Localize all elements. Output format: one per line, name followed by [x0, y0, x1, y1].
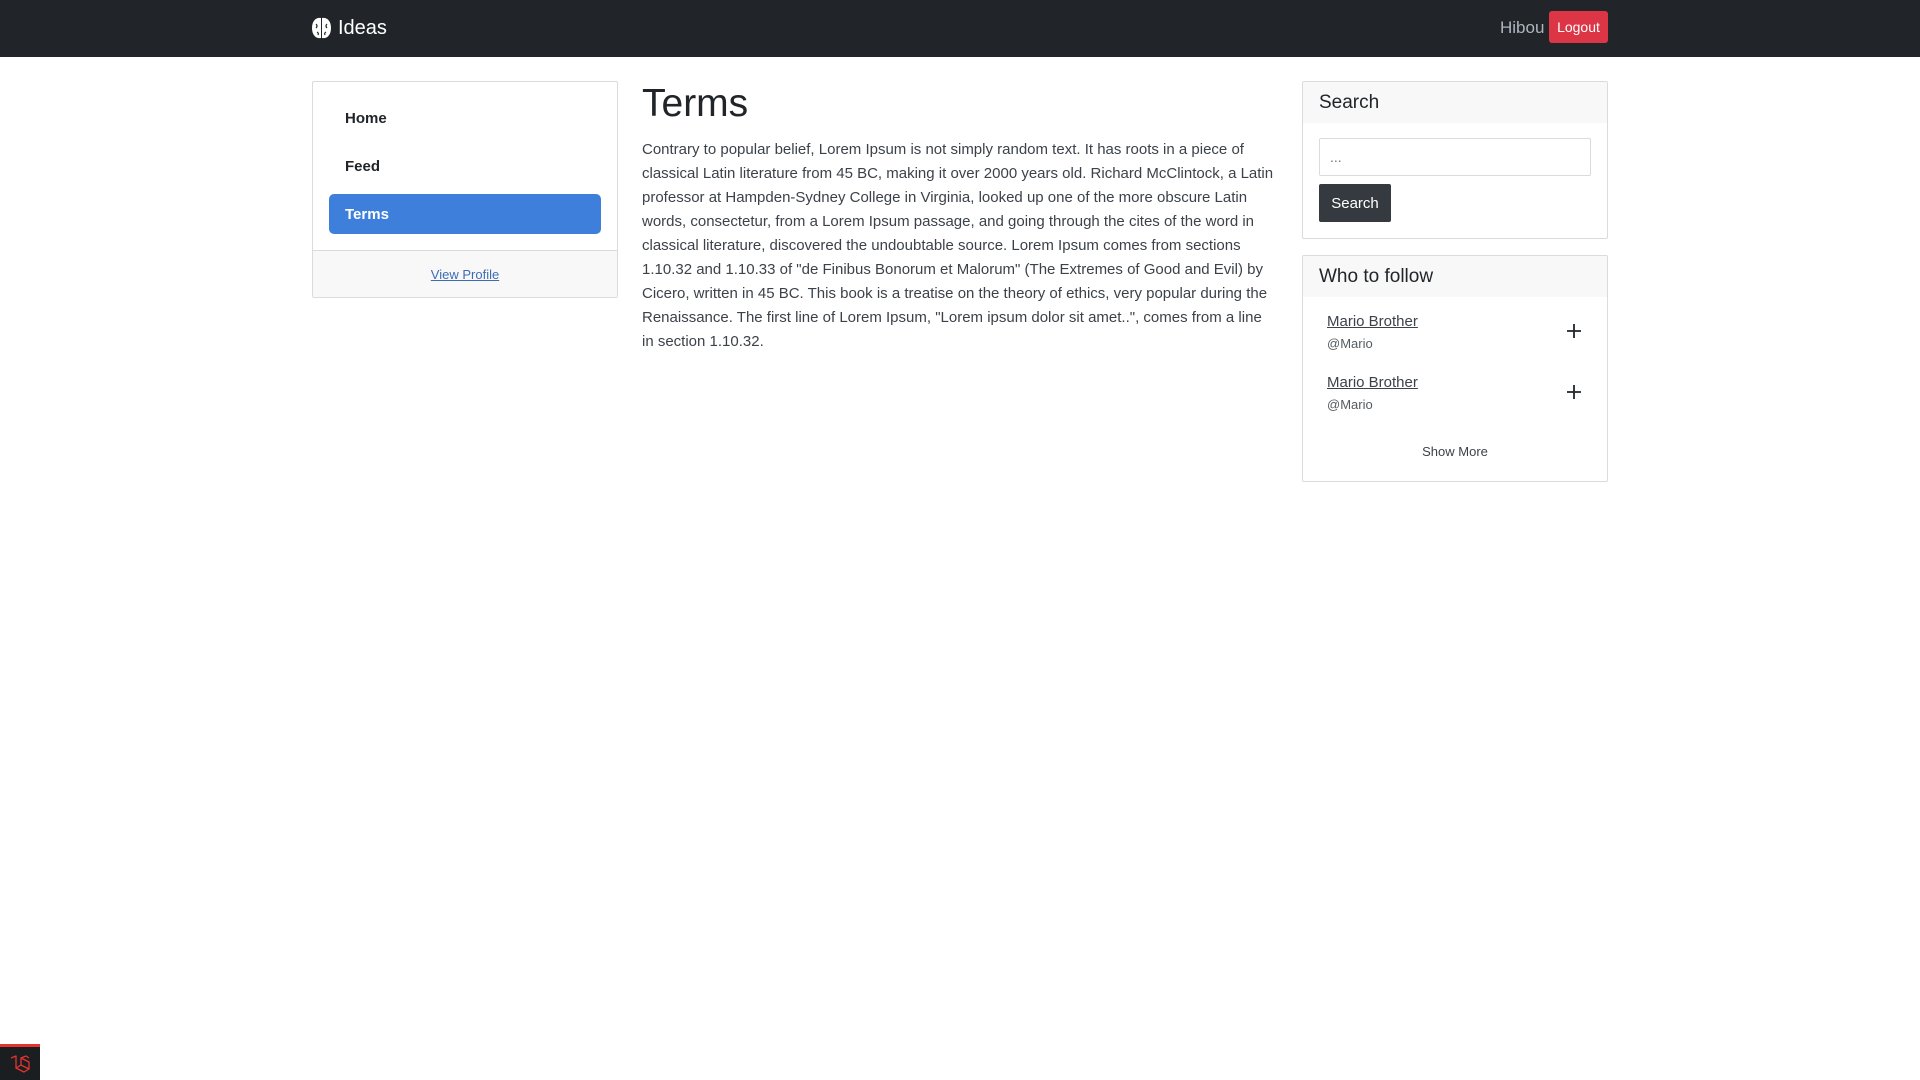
sidebar-footer: View Profile	[313, 250, 617, 297]
brand-link[interactable]: Ideas	[311, 15, 387, 41]
brain-icon	[312, 17, 331, 39]
sidebar-nav: Home Feed Terms	[329, 98, 601, 242]
page-title: Terms	[642, 82, 749, 125]
plus-icon[interactable]	[1565, 322, 1583, 340]
sidebar-card: Home Feed Terms View Profile	[312, 81, 618, 298]
show-more-link[interactable]: Show More	[1303, 444, 1607, 459]
who-to-follow-card: Who to follow Mario Brother @Mario Mario…	[1302, 255, 1608, 482]
nav-username-link[interactable]: Hibou	[1500, 18, 1544, 38]
brand-name: Ideas	[338, 16, 387, 39]
search-card: Search Search	[1302, 81, 1608, 239]
plus-icon[interactable]	[1565, 383, 1583, 401]
sidebar-item-home[interactable]: Home	[329, 98, 601, 138]
search-card-header: Search	[1303, 82, 1607, 123]
sidebar-item-feed[interactable]: Feed	[329, 146, 601, 186]
terms-body-text: Contrary to popular belief, Lorem Ipsum …	[642, 141, 1274, 350]
follow-suggestion: Mario Brother @Mario	[1327, 313, 1583, 353]
debugbar-toggle[interactable]	[0, 1044, 40, 1080]
follow-user-name-link[interactable]: Mario Brother	[1327, 313, 1418, 330]
follow-suggestion: Mario Brother @Mario	[1327, 374, 1583, 414]
logout-button[interactable]: Logout	[1549, 11, 1608, 43]
follow-card-header: Who to follow	[1303, 256, 1607, 297]
view-profile-link[interactable]: View Profile	[431, 267, 499, 282]
top-navbar: Ideas Hibou Logout	[0, 0, 1920, 57]
follow-user-handle: @Mario	[1327, 336, 1373, 351]
search-button[interactable]: Search	[1319, 184, 1391, 222]
laravel-icon	[10, 1054, 30, 1073]
follow-user-name-link[interactable]: Mario Brother	[1327, 374, 1418, 391]
sidebar-item-terms[interactable]: Terms	[329, 194, 601, 234]
search-input[interactable]	[1319, 138, 1591, 176]
follow-user-handle: @Mario	[1327, 397, 1373, 412]
